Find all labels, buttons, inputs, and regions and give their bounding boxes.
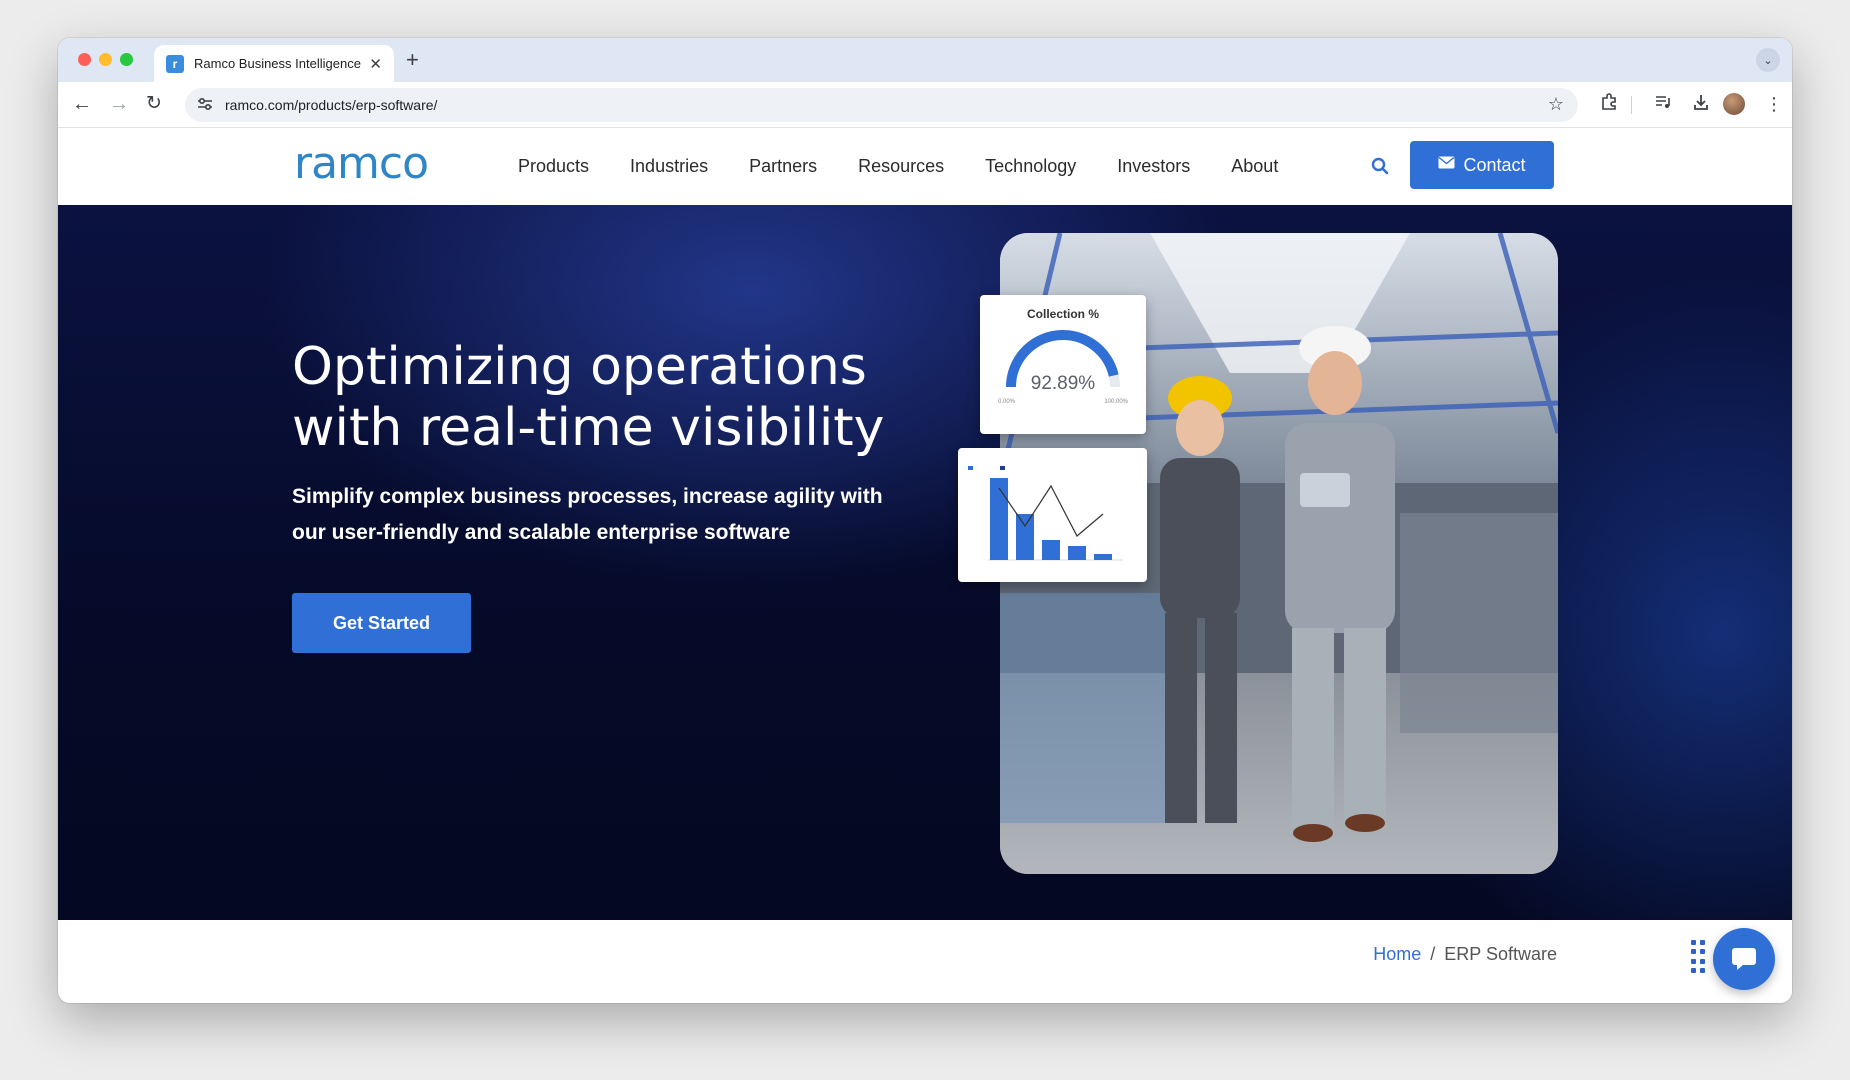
grid-dots-icon[interactable] xyxy=(1691,940,1705,974)
download-icon[interactable] xyxy=(1692,93,1710,116)
nav-resources[interactable]: Resources xyxy=(858,156,944,177)
url-text: ramco.com/products/erp-software/ xyxy=(225,97,438,113)
chat-icon xyxy=(1729,943,1759,976)
tab-strip: r Ramco Business Intelligence ✕ + ⌄ xyxy=(58,38,1792,82)
get-started-button[interactable]: Get Started xyxy=(292,593,471,653)
hero-subtitle-line1: Simplify complex business processes, inc… xyxy=(292,485,883,508)
gauge-min-label: 0.00% xyxy=(998,399,1016,405)
gauge-arc xyxy=(1006,330,1120,388)
hero-title: Optimizing operations with real-time vis… xyxy=(292,337,932,459)
browser-toolbar: ← → ↻ ramco.com/products/erp-software/ ☆ xyxy=(58,82,1792,128)
star-icon[interactable]: ☆ xyxy=(1548,94,1564,115)
site-header: ramco Products Industries Partners Resou… xyxy=(58,128,1792,205)
breadcrumb-current: ERP Software xyxy=(1444,944,1557,964)
nav-investors[interactable]: Investors xyxy=(1117,156,1190,177)
tab-search-chevron-icon[interactable]: ⌄ xyxy=(1756,48,1780,72)
gauge-max-label: 100.00% xyxy=(1104,399,1128,405)
close-window-button[interactable] xyxy=(78,53,91,66)
site-info-icon[interactable] xyxy=(197,97,221,114)
hero-subtitle-line2: our user-friendly and scalable enterpris… xyxy=(292,521,791,544)
hero-subtitle: Simplify complex business processes, inc… xyxy=(292,479,932,551)
breadcrumb-home[interactable]: Home xyxy=(1373,944,1421,965)
breadcrumb-bar: Home / ERP Software xyxy=(58,920,1792,1003)
chat-button[interactable] xyxy=(1713,928,1775,990)
collection-gauge-card: Collection % 92.89% 0.00% 100.00% xyxy=(980,295,1146,434)
nav-products[interactable]: Products xyxy=(518,156,589,177)
maximize-window-button[interactable] xyxy=(120,53,133,66)
hero-title-line2: with real-time visibility xyxy=(292,398,885,458)
tab-title: Ramco Business Intelligence xyxy=(194,56,361,71)
media-icon[interactable] xyxy=(1654,93,1672,116)
ramco-logo[interactable]: ramco xyxy=(294,138,429,189)
forward-arrow-icon[interactable]: → xyxy=(109,92,129,116)
new-tab-button[interactable]: + xyxy=(406,47,419,73)
bar-chart-card xyxy=(958,448,1147,582)
bar-3 xyxy=(1042,540,1060,560)
nav-technology[interactable]: Technology xyxy=(985,156,1076,177)
nav-about[interactable]: About xyxy=(1231,156,1278,177)
browser-tab-active[interactable]: r Ramco Business Intelligence ✕ xyxy=(154,45,394,82)
nav-partners[interactable]: Partners xyxy=(749,156,817,177)
bar-1 xyxy=(990,478,1008,560)
contact-label: Contact xyxy=(1463,154,1526,175)
ramco-favicon-icon: r xyxy=(166,54,184,73)
extensions-icon[interactable] xyxy=(1600,93,1618,116)
breadcrumb-separator: / xyxy=(1430,944,1436,964)
bar-2 xyxy=(1016,514,1034,560)
main-navigation: Products Industries Partners Resources T… xyxy=(518,128,1319,205)
close-tab-icon[interactable]: ✕ xyxy=(369,55,382,73)
bar-4 xyxy=(1068,546,1086,560)
bar-chart-thumbnail xyxy=(968,466,1123,561)
reload-icon[interactable]: ↻ xyxy=(146,92,162,116)
minimize-window-button[interactable] xyxy=(99,53,112,66)
browser-window: r Ramco Business Intelligence ✕ + ⌄ ← → … xyxy=(58,38,1792,1003)
hero-section: Optimizing operations with real-time vis… xyxy=(58,205,1792,920)
gauge-value: 92.89% xyxy=(1030,373,1096,394)
kebab-menu-icon[interactable]: ⋮ xyxy=(1765,93,1783,115)
address-bar[interactable]: ramco.com/products/erp-software/ ☆ xyxy=(185,88,1578,122)
bar-5 xyxy=(1094,554,1112,560)
hero-title-line1: Optimizing operations xyxy=(292,337,867,397)
search-icon[interactable] xyxy=(1368,154,1392,178)
profile-avatar[interactable] xyxy=(1723,93,1745,115)
breadcrumb: Home / ERP Software xyxy=(1373,944,1557,965)
trend-line xyxy=(998,484,1104,537)
contact-button[interactable]: Contact xyxy=(1410,141,1554,189)
toolbar-separator xyxy=(1631,96,1632,114)
nav-industries[interactable]: Industries xyxy=(630,156,708,177)
back-arrow-icon[interactable]: ← xyxy=(72,92,92,116)
envelope-icon xyxy=(1438,156,1455,174)
